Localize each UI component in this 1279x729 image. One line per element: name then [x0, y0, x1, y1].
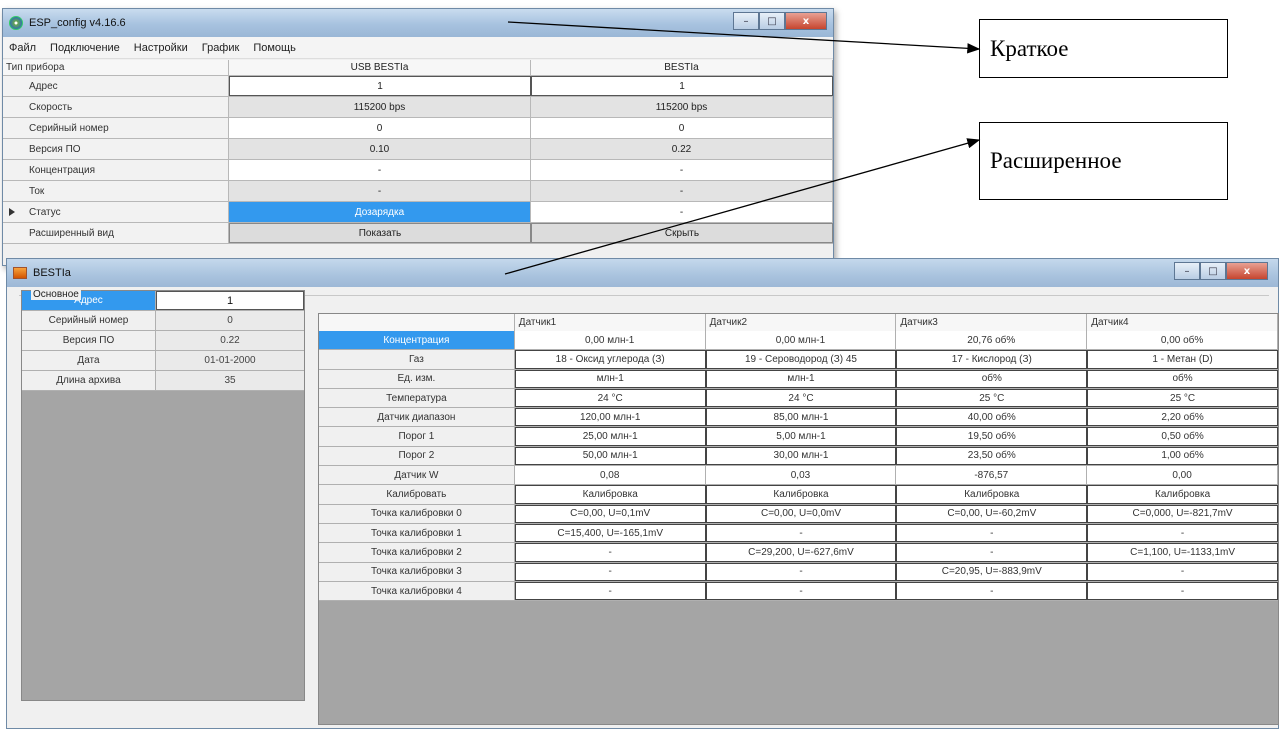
arrow-to-extended-window	[504, 138, 981, 275]
group-label: Основное	[31, 289, 81, 300]
annotation-arrows	[504, 21, 981, 275]
arrow-to-short-window	[507, 21, 981, 54]
